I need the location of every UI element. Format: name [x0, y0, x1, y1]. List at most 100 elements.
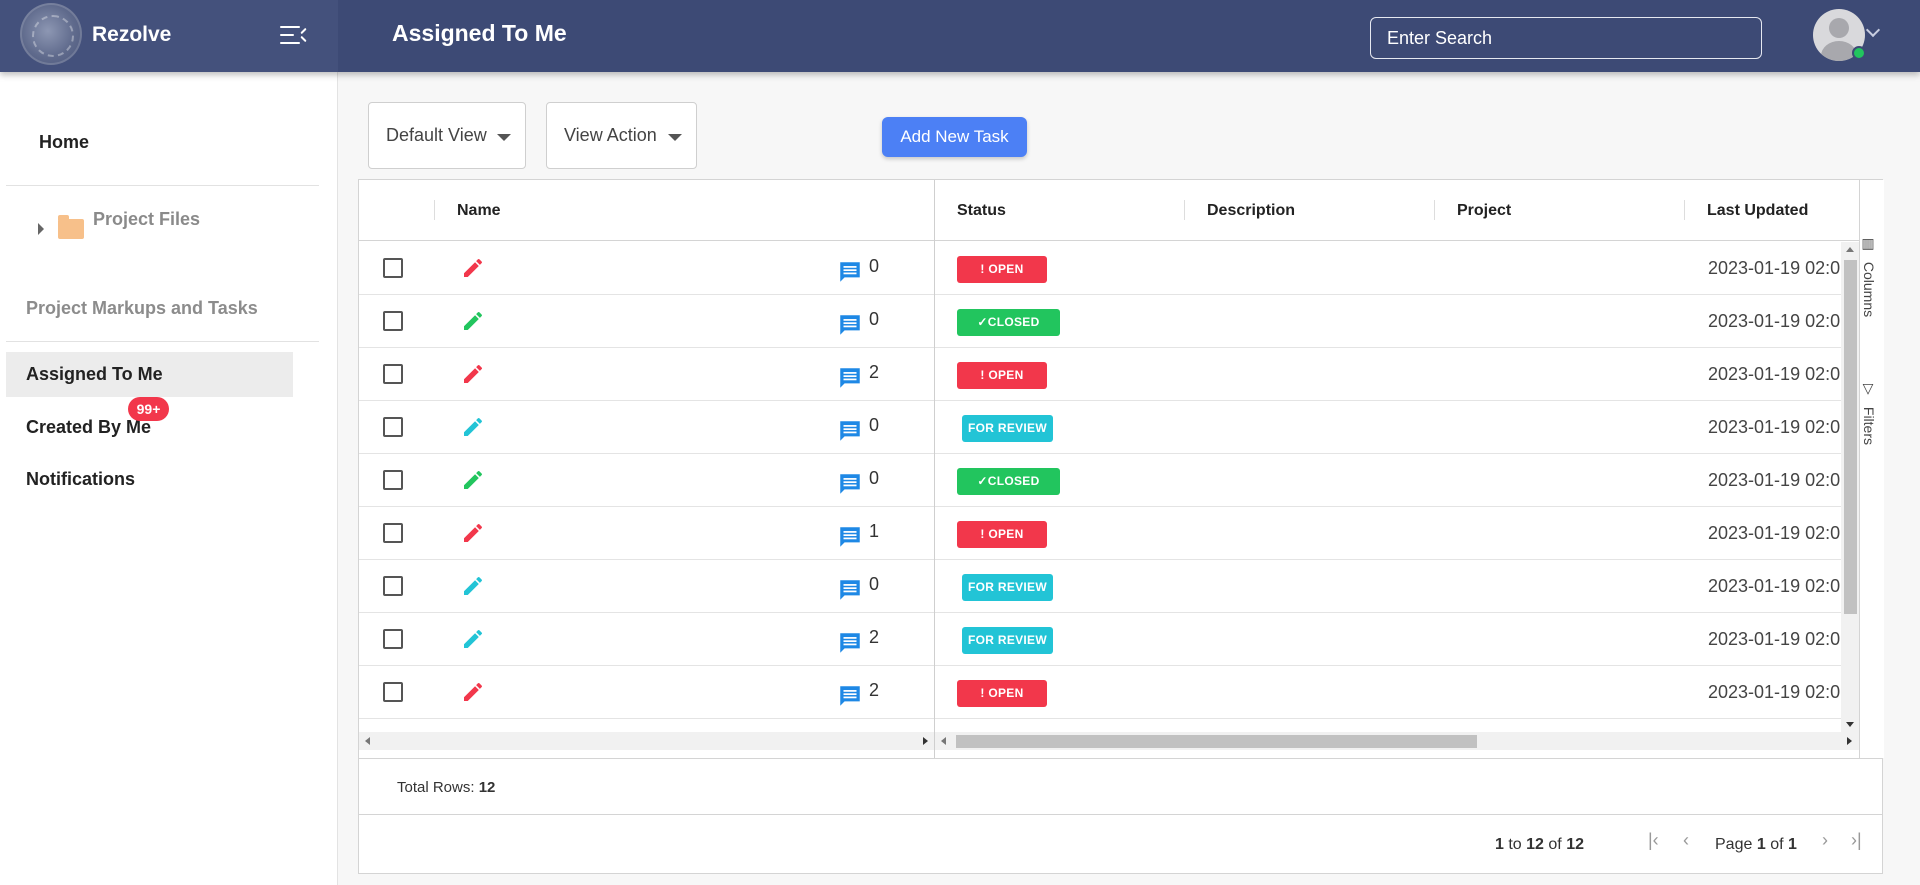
pencil-icon[interactable] [461, 521, 485, 545]
comment-icon[interactable] [837, 312, 863, 338]
last-updated: 2023-01-19 02:02 [1708, 682, 1851, 702]
page-title: Assigned To Me [392, 20, 567, 46]
pencil-icon[interactable] [461, 627, 485, 651]
section-title: Project Markups and Tasks [26, 298, 258, 318]
scroll-up-icon[interactable] [1846, 247, 1854, 252]
status-badge[interactable]: FOR REVIEW [962, 415, 1053, 442]
column-header-name[interactable]: Name [457, 202, 501, 220]
add-new-task-button[interactable]: Add New Task [882, 117, 1027, 157]
status-badge[interactable]: ! OPEN [957, 256, 1047, 283]
row-checkbox[interactable] [383, 364, 403, 384]
sidebar-item-notifications[interactable]: Notifications [6, 457, 293, 502]
next-page-icon[interactable]: › [1822, 830, 1828, 851]
scroll-thumb[interactable] [956, 735, 1477, 748]
row-checkbox[interactable] [383, 417, 403, 437]
scroll-right-icon[interactable] [923, 737, 928, 745]
row-checkbox[interactable] [383, 470, 403, 490]
grid-header: Name Status Description Project Last Upd… [359, 180, 1872, 241]
comment-icon[interactable] [837, 630, 863, 656]
menu-collapse-icon[interactable] [280, 24, 307, 46]
page-label: Page [1715, 836, 1753, 853]
last-updated: 2023-01-19 02:02 [1708, 258, 1851, 278]
row-checkbox[interactable] [383, 682, 403, 702]
row-checkbox[interactable] [383, 576, 403, 596]
last-page-icon[interactable]: ›| [1851, 830, 1862, 851]
table-row[interactable]: 0 ✓CLOSED 2023-01-19 02:02 [359, 454, 1872, 507]
table-row[interactable]: 0 FOR REVIEW 2023-01-19 02:02 [359, 401, 1872, 454]
range-start: 1 [1495, 836, 1504, 853]
column-header-project[interactable]: Project [1457, 202, 1511, 220]
comment-icon[interactable] [837, 471, 863, 497]
pencil-icon[interactable] [461, 680, 485, 704]
row-checkbox[interactable] [383, 523, 403, 543]
view-action-dropdown[interactable]: View Action [546, 102, 697, 169]
filters-tab[interactable]: ▽ Filters [1861, 381, 1877, 445]
scroll-left-icon[interactable] [941, 737, 946, 745]
table-row[interactable]: 1! OPEN2023-01-19 02:02 [359, 719, 1872, 732]
range-end: 12 [1526, 836, 1544, 853]
table-row[interactable]: 0 FOR REVIEW 2023-01-19 02:02 [359, 560, 1872, 613]
column-header-description[interactable]: Description [1207, 202, 1295, 220]
last-updated: 2023-01-19 02:02 [1708, 364, 1851, 384]
scroll-right-icon[interactable] [1847, 737, 1852, 745]
table-row[interactable]: 0 ! OPEN 2023-01-19 02:02 [359, 242, 1872, 295]
horizontal-scrollbar[interactable] [935, 732, 1859, 750]
columns-tab[interactable]: ▥ Columns [1861, 236, 1877, 317]
comment-icon[interactable] [837, 365, 863, 391]
notification-badge: 99+ [128, 397, 169, 421]
caret-right-icon[interactable] [38, 223, 44, 235]
vertical-scrollbar[interactable] [1841, 242, 1859, 732]
row-checkbox[interactable] [383, 629, 403, 649]
table-row[interactable]: 1! OPEN2023-01-19 02:02 [359, 507, 1872, 560]
sidebar-item-assigned-to-me[interactable]: Assigned To Me [6, 352, 293, 397]
first-page-icon[interactable]: |‹ [1648, 830, 1659, 851]
comment-count: 2 [869, 680, 880, 700]
grid-body: 0 ! OPEN 2023-01-19 02:02 0 ✓CLOSED 2023-01-1… [359, 242, 1872, 732]
comment-count: 2 [869, 362, 880, 382]
comment-icon[interactable] [837, 418, 863, 444]
caret-down-icon [497, 134, 511, 141]
scroll-thumb[interactable] [1844, 260, 1857, 614]
pencil-icon[interactable] [461, 415, 485, 439]
pencil-icon[interactable] [461, 468, 485, 492]
default-view-dropdown[interactable]: Default View [368, 102, 526, 169]
table-row[interactable]: 2 FOR REVIEW 2023-01-19 02:02 [359, 613, 1872, 666]
table-row[interactable]: 0 ✓CLOSED 2023-01-19 02:02 [359, 295, 1872, 348]
prev-page-icon[interactable]: ‹ [1683, 830, 1689, 851]
status-badge[interactable]: FOR REVIEW [962, 627, 1053, 654]
chevron-down-icon[interactable] [1865, 22, 1881, 38]
range-of: of [1548, 836, 1562, 853]
online-status-icon [1852, 46, 1866, 60]
status-badge[interactable]: ✓CLOSED [957, 468, 1060, 495]
tree-item-project-files[interactable]: Project Files [36, 207, 236, 257]
divider [6, 341, 319, 342]
horizontal-scrollbar-pinned[interactable] [359, 732, 934, 750]
scroll-left-icon[interactable] [365, 737, 370, 745]
column-header-status[interactable]: Status [957, 202, 1006, 220]
status-badge[interactable]: FOR REVIEW [962, 574, 1053, 601]
status-badge[interactable]: ! OPEN [957, 362, 1047, 389]
column-header-last-updated[interactable]: Last Updated [1707, 202, 1808, 220]
comment-icon[interactable] [837, 259, 863, 285]
last-updated: 2023-01-19 02:02 [1708, 523, 1851, 543]
status-badge[interactable]: ! OPEN [957, 680, 1047, 707]
pencil-icon[interactable] [461, 362, 485, 386]
last-updated: 2023-01-19 02:02 [1708, 629, 1851, 649]
total-rows-value: 12 [478, 779, 496, 796]
table-row[interactable]: 2 ! OPEN 2023-01-19 02:02 [359, 666, 1872, 719]
row-checkbox[interactable] [383, 258, 403, 278]
pencil-icon[interactable] [461, 574, 485, 598]
sidebar-item-home[interactable]: Home [39, 132, 89, 153]
comment-icon[interactable] [837, 577, 863, 603]
status-badge[interactable]: ! OPEN [957, 521, 1047, 548]
comment-icon[interactable] [837, 683, 863, 709]
row-checkbox[interactable] [383, 311, 403, 331]
search-input[interactable] [1370, 17, 1762, 59]
page-current: 1 [1756, 836, 1766, 853]
comment-icon[interactable] [837, 524, 863, 550]
pencil-icon[interactable] [461, 256, 485, 280]
status-badge[interactable]: ✓CLOSED [957, 309, 1060, 336]
scroll-down-icon[interactable] [1846, 722, 1854, 727]
pencil-icon[interactable] [461, 309, 485, 333]
table-row[interactable]: 2 ! OPEN 2023-01-19 02:02 [359, 348, 1872, 401]
